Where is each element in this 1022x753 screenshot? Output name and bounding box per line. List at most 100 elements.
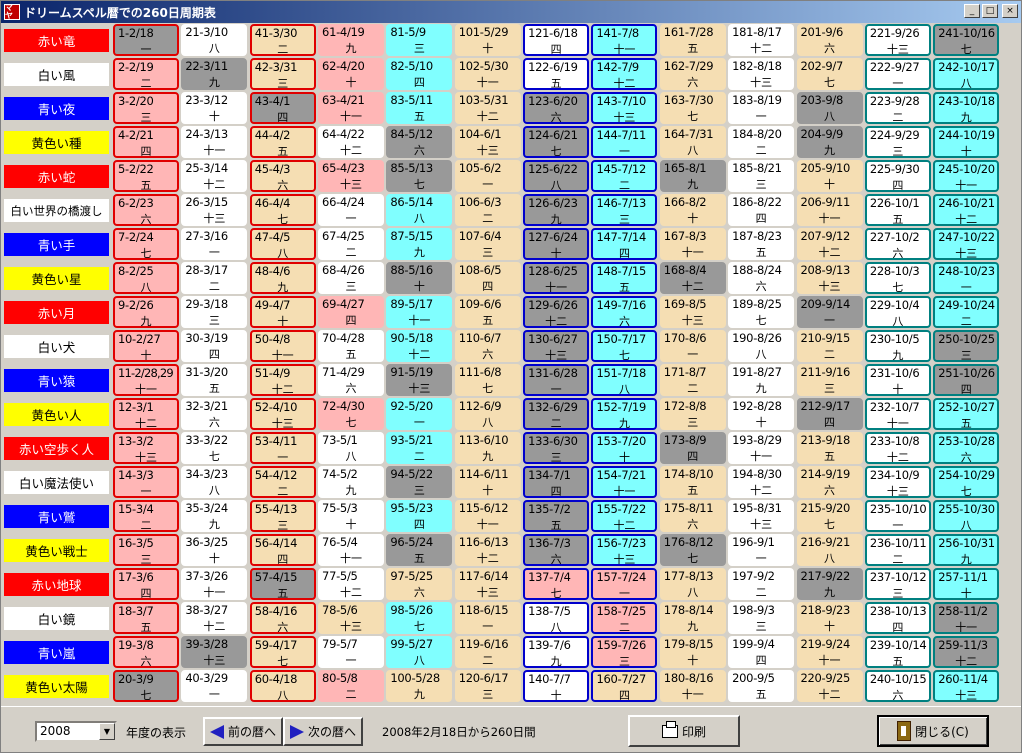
kin-cell[interactable]: 9-2/26 九 [113, 296, 179, 328]
kin-cell[interactable]: 34-3/23 八 [181, 466, 248, 498]
kin-cell[interactable]: 29-3/18 三 [181, 296, 248, 328]
kin-cell[interactable]: 7-2/24 七 [113, 228, 179, 260]
kin-cell[interactable]: 226-10/1 五 [864, 194, 931, 226]
kin-cell[interactable]: 79-5/7 一 [318, 636, 385, 668]
kin-cell[interactable]: 113-6/10 九 [454, 432, 521, 464]
kin-cell[interactable]: 233-10/8 十二 [864, 432, 931, 464]
kin-cell[interactable]: 86-5/14 八 [386, 194, 453, 226]
kin-cell[interactable]: 138-7/5 八 [523, 602, 590, 634]
kin-cell[interactable]: 97-5/25 六 [386, 568, 453, 600]
kin-cell[interactable]: 206-9/11 十一 [796, 194, 863, 226]
kin-cell[interactable]: 62-4/20 十 [318, 58, 385, 90]
kin-cell[interactable]: 117-6/14 十三 [454, 568, 521, 600]
kin-cell[interactable]: 185-8/21 三 [728, 160, 795, 192]
kin-cell[interactable]: 213-9/18 五 [796, 432, 863, 464]
kin-cell[interactable]: 230-10/5 九 [864, 330, 931, 362]
kin-cell[interactable]: 41-3/30 二 [249, 24, 316, 56]
kin-cell[interactable]: 37-3/26 十一 [181, 568, 248, 600]
kin-cell[interactable]: 4-2/21 四 [113, 126, 179, 158]
kin-cell[interactable]: 76-5/4 十一 [318, 534, 385, 566]
kin-cell[interactable]: 168-8/4 十二 [659, 262, 726, 294]
kin-cell[interactable]: 231-10/6 十 [864, 364, 931, 396]
kin-cell[interactable]: 91-5/19 十三 [386, 364, 453, 396]
kin-cell[interactable]: 11-2/28,29 十一 [113, 364, 179, 396]
kin-cell[interactable]: 229-10/4 八 [864, 296, 931, 328]
kin-cell[interactable]: 124-6/21 七 [523, 126, 590, 158]
kin-cell[interactable]: 176-8/12 七 [659, 534, 726, 566]
kin-cell[interactable]: 237-10/12 三 [864, 568, 931, 600]
kin-cell[interactable]: 171-8/7 二 [659, 364, 726, 396]
kin-cell[interactable]: 240-10/15 六 [864, 670, 931, 702]
kin-cell[interactable]: 15-3/4 二 [113, 500, 179, 532]
kin-cell[interactable]: 90-5/18 十二 [386, 330, 453, 362]
minimize-button[interactable]: _ [964, 4, 980, 18]
kin-cell[interactable]: 13-3/2 十三 [113, 432, 179, 464]
kin-cell[interactable]: 51-4/9 十二 [249, 364, 316, 396]
kin-cell[interactable]: 65-4/23 十三 [318, 160, 385, 192]
kin-cell[interactable]: 154-7/21 十一 [591, 466, 658, 498]
kin-cell[interactable]: 80-5/8 二 [318, 670, 385, 702]
kin-cell[interactable]: 210-9/15 二 [796, 330, 863, 362]
kin-cell[interactable]: 98-5/26 七 [386, 602, 453, 634]
kin-cell[interactable]: 119-6/16 二 [454, 636, 521, 668]
kin-cell[interactable]: 256-10/31 九 [933, 534, 1000, 566]
kin-cell[interactable]: 26-3/15 十三 [181, 194, 248, 226]
prev-calendar-button[interactable]: 前の暦へ [203, 717, 283, 746]
kin-cell[interactable]: 122-6/19 五 [523, 58, 590, 90]
kin-cell[interactable]: 219-9/24 十一 [796, 636, 863, 668]
kin-cell[interactable]: 67-4/25 二 [318, 228, 385, 260]
kin-cell[interactable]: 110-6/7 六 [454, 330, 521, 362]
kin-cell[interactable]: 140-7/7 十 [523, 670, 590, 702]
kin-cell[interactable]: 74-5/2 九 [318, 466, 385, 498]
kin-cell[interactable]: 143-7/10 十三 [591, 92, 658, 124]
kin-cell[interactable]: 66-4/24 一 [318, 194, 385, 226]
kin-cell[interactable]: 21-3/10 八 [181, 24, 248, 56]
kin-cell[interactable]: 205-9/10 十 [796, 160, 863, 192]
kin-cell[interactable]: 78-5/6 十三 [318, 602, 385, 634]
kin-cell[interactable]: 94-5/22 三 [386, 466, 453, 498]
kin-cell[interactable]: 52-4/10 十三 [249, 398, 316, 430]
kin-cell[interactable]: 71-4/29 六 [318, 364, 385, 396]
kin-cell[interactable]: 151-7/18 八 [591, 364, 658, 396]
kin-cell[interactable]: 40-3/29 一 [181, 670, 248, 702]
kin-cell[interactable]: 32-3/21 六 [181, 398, 248, 430]
kin-cell[interactable]: 82-5/10 四 [386, 58, 453, 90]
kin-cell[interactable]: 27-3/16 一 [181, 228, 248, 260]
kin-cell[interactable]: 112-6/9 八 [454, 398, 521, 430]
kin-cell[interactable]: 179-8/15 十 [659, 636, 726, 668]
kin-cell[interactable]: 5-2/22 五 [113, 160, 179, 192]
kin-cell[interactable]: 249-10/24 二 [933, 296, 1000, 328]
kin-cell[interactable]: 102-5/30 十一 [454, 58, 521, 90]
kin-cell[interactable]: 221-9/26 十三 [864, 24, 931, 56]
kin-cell[interactable]: 44-4/2 五 [249, 126, 316, 158]
kin-cell[interactable]: 215-9/20 七 [796, 500, 863, 532]
kin-cell[interactable]: 50-4/8 十一 [249, 330, 316, 362]
kin-cell[interactable]: 180-8/16 十一 [659, 670, 726, 702]
kin-cell[interactable]: 114-6/11 十 [454, 466, 521, 498]
kin-cell[interactable]: 49-4/7 十 [249, 296, 316, 328]
kin-cell[interactable]: 192-8/28 十 [728, 398, 795, 430]
kin-cell[interactable]: 202-9/7 七 [796, 58, 863, 90]
kin-cell[interactable]: 111-6/8 七 [454, 364, 521, 396]
kin-cell[interactable]: 238-10/13 四 [864, 602, 931, 634]
kin-cell[interactable]: 247-10/22 十三 [933, 228, 1000, 260]
kin-cell[interactable]: 89-5/17 十一 [386, 296, 453, 328]
kin-cell[interactable]: 189-8/25 七 [728, 296, 795, 328]
kin-cell[interactable]: 218-9/23 十 [796, 602, 863, 634]
kin-cell[interactable]: 8-2/25 八 [113, 262, 179, 294]
kin-cell[interactable]: 158-7/25 二 [591, 602, 658, 634]
kin-cell[interactable]: 105-6/2 一 [454, 160, 521, 192]
kin-cell[interactable]: 133-6/30 三 [523, 432, 590, 464]
kin-cell[interactable]: 187-8/23 五 [728, 228, 795, 260]
kin-cell[interactable]: 116-6/13 十二 [454, 534, 521, 566]
kin-cell[interactable]: 92-5/20 一 [386, 398, 453, 430]
kin-cell[interactable]: 155-7/22 十二 [591, 500, 658, 532]
kin-cell[interactable]: 157-7/24 一 [591, 568, 658, 600]
kin-cell[interactable]: 63-4/21 十一 [318, 92, 385, 124]
kin-cell[interactable]: 150-7/17 七 [591, 330, 658, 362]
kin-cell[interactable]: 30-3/19 四 [181, 330, 248, 362]
kin-cell[interactable]: 182-8/18 十三 [728, 58, 795, 90]
kin-cell[interactable]: 56-4/14 四 [249, 534, 316, 566]
kin-cell[interactable]: 190-8/26 八 [728, 330, 795, 362]
kin-cell[interactable]: 193-8/29 十一 [728, 432, 795, 464]
